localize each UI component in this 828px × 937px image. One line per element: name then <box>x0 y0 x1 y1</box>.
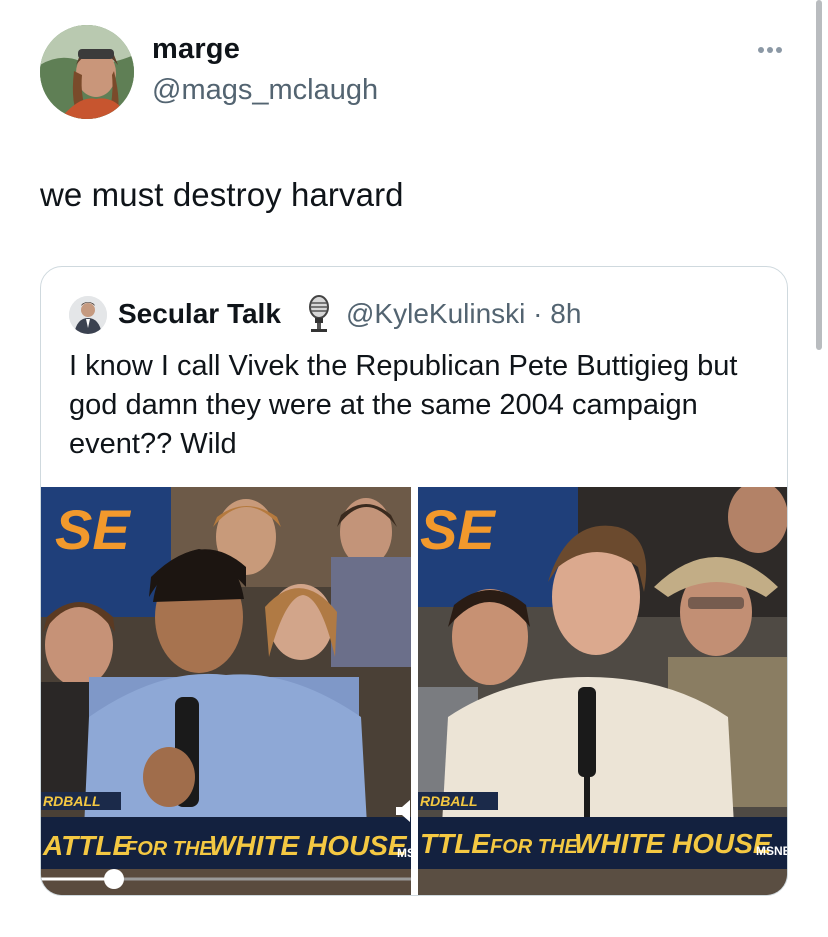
author-avatar[interactable] <box>40 25 134 119</box>
quoted-avatar-photo <box>69 296 107 334</box>
video-still-right: SE RDBALL TTLE FOR THE WHITE HOUSE MSNE <box>418 487 788 895</box>
banner-main-text: WHITE HOUSE <box>209 830 408 861</box>
quoted-display-name[interactable]: Secular Talk <box>118 298 281 330</box>
banner-prefix-text: TTLE <box>420 828 491 859</box>
corner-tag-text: RDBALL <box>420 793 478 809</box>
dot <box>776 47 782 53</box>
dot <box>758 47 764 53</box>
banner-main-text: WHITE HOUSE <box>574 828 773 859</box>
quoted-tweet-card[interactable]: Secular Talk @KyleKulinski · 8h I know I… <box>40 266 788 896</box>
video-frame-right[interactable]: SE RDBALL TTLE FOR THE WHITE HOUSE MSNE <box>418 487 788 895</box>
microphone-icon <box>309 295 329 332</box>
dot <box>767 47 773 53</box>
tweet-text: we must destroy harvard <box>40 176 404 213</box>
banner-small-text: FOR THE <box>490 836 578 858</box>
video-still-left: SE RDBALL ATTLE FOR THE WHITE HOUSE M <box>41 487 411 895</box>
quoted-author-avatar[interactable] <box>69 296 107 334</box>
show-logo-text: SE <box>420 498 496 561</box>
more-options-icon[interactable] <box>752 40 788 60</box>
quoted-handle-time: @KyleKulinski · 8h <box>346 298 582 329</box>
banner-prefix-text: ATTLE <box>42 830 132 861</box>
profile-photo-avatar <box>40 25 134 119</box>
quoted-tweet-text: I know I call Vivek the Republican Pete … <box>69 350 738 460</box>
author-handle[interactable]: @mags_mclaugh <box>152 74 378 107</box>
network-logo-text: MSN <box>397 846 411 860</box>
show-logo-text: SE <box>55 498 131 561</box>
corner-tag-text: RDBALL <box>43 793 101 809</box>
media-grid[interactable]: SE RDBALL ATTLE FOR THE WHITE HOUSE M SE… <box>41 487 788 895</box>
network-logo-text: MSNE <box>756 844 788 858</box>
page-scrollbar[interactable] <box>816 0 822 350</box>
banner-small-text: FOR THE <box>125 838 213 860</box>
video-frame-left[interactable]: SE RDBALL ATTLE FOR THE WHITE HOUSE M <box>41 487 411 895</box>
author-display-name[interactable]: marge <box>152 33 240 66</box>
